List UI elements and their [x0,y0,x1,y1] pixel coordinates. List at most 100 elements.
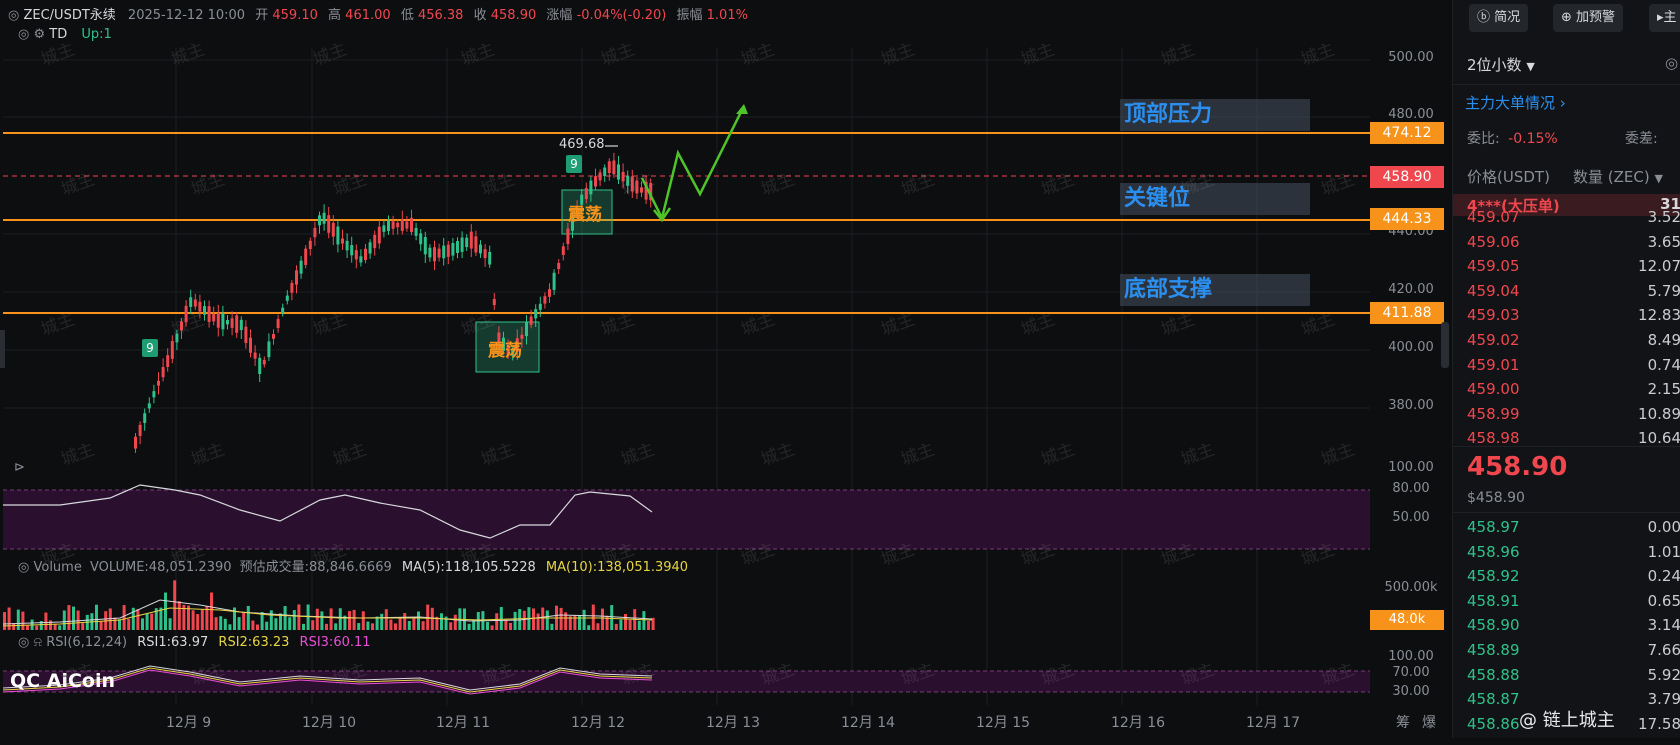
add-alert-button[interactable]: ⊕ 加预警 [1553,4,1624,32]
candle-body [157,380,160,386]
candle-body [488,251,492,265]
resistance-price-tag[interactable]: 474.12 [1370,122,1444,144]
volume-bar [591,604,595,630]
big-orders-link[interactable]: 主力大单情况 › [1465,92,1566,113]
rsi1-value: RSI1:63.97 [137,635,209,650]
symbol-name[interactable]: ZEC/USDT永续 [23,8,115,23]
eye-icon[interactable]: ◎ [8,8,19,23]
chart-area[interactable]: ◎ ZEC/USDT永续 2025-12-12 10:00 开 459.10 高… [0,0,1449,738]
settings-icon[interactable]: ◎ [1665,54,1678,72]
bid-price: 458.87 [1467,690,1520,709]
bell-icon[interactable]: ⍾ [33,635,42,650]
summary-button[interactable]: ⓑ 简况 [1469,4,1529,32]
candle-body [166,355,170,367]
candle-body [465,237,469,248]
top-resistance-label[interactable]: 顶部压力 [1120,99,1310,131]
candle-body [414,227,418,236]
bid-qty: 1.01 [1647,542,1680,561]
x-tick: 12月 9 [166,715,212,731]
volume-bar [246,605,250,630]
projection-arrowhead [736,104,748,114]
ask-qty: 10.89 [1638,404,1680,423]
volume-bar [223,618,227,630]
volume-bar [164,592,167,630]
decimal-select[interactable]: 2位小数 ▼ [1467,54,1535,75]
x-tick: 12月 13 [706,715,761,731]
td-9-tag: 9 [142,339,158,357]
qty-column-header[interactable]: 数量 (ZEC) ▼ [1573,166,1663,187]
eye-icon[interactable]: ◎ [18,635,29,650]
bid-qty: 3.14 [1647,616,1680,635]
right-drag-handle[interactable] [1441,322,1449,368]
candle-body [612,160,616,175]
candle-body [410,217,413,233]
candle-body [548,289,551,297]
candle-body [143,413,147,424]
volume-bar [532,608,535,630]
volume-bar [412,618,416,630]
key-price-tag[interactable]: 444.33 [1370,208,1444,230]
bar-datetime: 2025-12-12 10:00 [127,8,246,23]
volume-bar [504,619,508,630]
bid-price: 458.89 [1467,641,1520,659]
volume-bar [62,610,66,630]
volume-bar [16,609,20,630]
td-value: Up:1 [81,27,112,42]
order-ratio-value: -0.15% [1508,131,1558,147]
volume-bar [642,611,646,630]
amplitude-label: 振幅 [676,8,703,23]
volume-bar [407,620,411,630]
candle-body [635,180,639,194]
volume-bar [122,605,126,630]
rsi-label[interactable]: RSI(6,12,24) [46,635,127,650]
consolidation-label: 震荡 [568,205,602,225]
volume-value: VOLUME:48,051.2390 [89,560,232,575]
gear-icon[interactable]: ⚙ [33,27,45,42]
footer-tab-chips[interactable]: 筹 [1396,712,1410,732]
candle-body [354,250,358,260]
chevron-right-icon[interactable]: ⊳ [14,460,25,475]
order-ratio: 委比: -0.15% [1467,128,1558,148]
main-button[interactable]: ▸主 [1649,4,1680,32]
volume-bar [237,617,241,630]
volume-bar [389,619,393,630]
candle-body [318,215,321,226]
ask-price: 459.02 [1467,331,1520,349]
candle-body [180,321,183,331]
low-value: 456.38 [417,8,464,23]
candle-body [341,238,344,244]
candle-body [626,175,630,186]
candle-body [534,309,538,319]
candle-body [428,247,432,258]
bottom-support-label[interactable]: 底部支撑 [1120,274,1310,306]
key-level-label[interactable]: 关键位 [1120,183,1310,215]
eye-icon[interactable]: ◎ [18,27,29,42]
candle-body [543,296,547,304]
td-label[interactable]: TD [49,27,67,42]
peak-price-label: 469.68 [559,137,605,152]
candle-body [433,247,436,262]
ask-price: 459.03 [1467,306,1520,325]
volume-bar [274,618,278,630]
candle-body [525,321,528,337]
volume-bar [288,617,292,630]
volume-title[interactable]: Volume [33,560,81,575]
volume-bar [375,616,379,630]
eye-icon[interactable]: ◎ [18,560,29,575]
close-label: 收 [473,8,487,23]
volume-bar [619,619,623,630]
x-tick: 12月 17 [1246,715,1301,731]
footer-tab-liquidation[interactable]: 爆 [1422,712,1436,732]
support-price-tag[interactable]: 411.88 [1370,302,1444,324]
candle-body [221,313,225,330]
candle-body [552,272,556,290]
volume-bar [394,623,397,630]
low-label: 低 [400,8,414,23]
oscillator-band [3,490,1370,549]
volume-bar [99,620,103,630]
volume-bar [624,614,627,630]
candle-body [584,188,588,200]
left-drag-handle[interactable] [0,330,5,368]
divider [1453,512,1680,513]
candle-body [442,245,446,259]
